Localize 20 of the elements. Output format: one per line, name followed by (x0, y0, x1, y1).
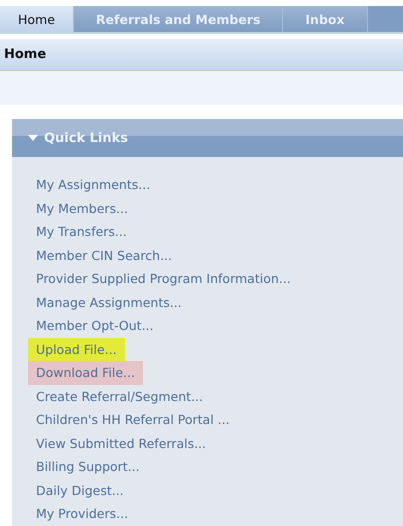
quick-link[interactable]: My Providers... (28, 502, 136, 526)
panel-header[interactable]: Quick Links (12, 119, 403, 157)
quick-link[interactable]: Billing Support... (28, 455, 148, 478)
quick-link[interactable]: Download File... (28, 361, 143, 384)
quick-link[interactable]: Member CIN Search... (28, 244, 180, 267)
quick-link[interactable]: Create Referral/Segment... (28, 384, 211, 408)
quick-link[interactable]: Manage Assignments... (28, 290, 190, 314)
quick-link[interactable]: My Assignments... (28, 173, 158, 196)
quick-link[interactable]: My Members... (28, 196, 136, 220)
quick-link[interactable]: Member Opt-Out... (28, 314, 162, 338)
quick-link[interactable]: Upload File... (28, 338, 125, 361)
quick-link[interactable]: Provider Supplied Program Information... (28, 267, 299, 290)
quick-link[interactable]: Children's HH Referral Portal ... (28, 408, 238, 432)
panel-title: Quick Links (44, 130, 128, 146)
quick-link[interactable]: Daily Digest... (28, 478, 132, 502)
nav-tab[interactable]: Home (0, 6, 74, 32)
page-title: Home (4, 47, 46, 62)
collapse-icon (28, 134, 38, 142)
quick-link[interactable]: My Transfers... (28, 220, 135, 244)
quick-link[interactable]: View Submitted Referrals... (28, 432, 214, 455)
